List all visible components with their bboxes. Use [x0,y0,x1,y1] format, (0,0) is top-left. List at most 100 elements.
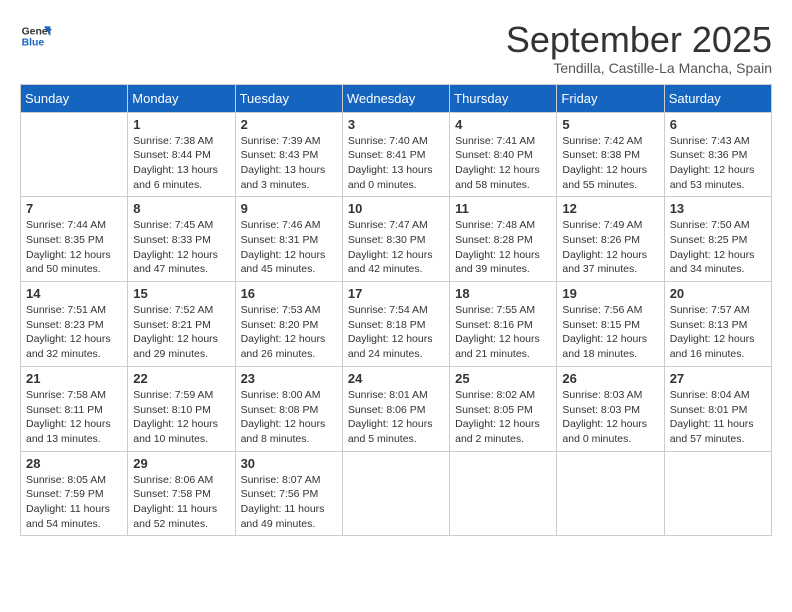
day-number: 11 [455,201,551,216]
day-detail: Sunrise: 8:03 AM Sunset: 8:03 PM Dayligh… [562,388,658,447]
day-number: 10 [348,201,444,216]
day-detail: Sunrise: 7:43 AM Sunset: 8:36 PM Dayligh… [670,134,766,193]
day-number: 19 [562,286,658,301]
header-saturday: Saturday [664,84,771,112]
table-row: 6 Sunrise: 7:43 AM Sunset: 8:36 PM Daylig… [664,112,771,197]
day-number: 3 [348,117,444,132]
day-detail: Sunrise: 7:48 AM Sunset: 8:28 PM Dayligh… [455,218,551,277]
day-detail: Sunrise: 7:49 AM Sunset: 8:26 PM Dayligh… [562,218,658,277]
table-row: 3 Sunrise: 7:40 AM Sunset: 8:41 PM Daylig… [342,112,449,197]
table-row: 27 Sunrise: 8:04 AM Sunset: 8:01 PM Dayli… [664,366,771,451]
table-row: 22 Sunrise: 7:59 AM Sunset: 8:10 PM Dayli… [128,366,235,451]
table-row: 1 Sunrise: 7:38 AM Sunset: 8:44 PM Daylig… [128,112,235,197]
table-row [342,451,449,536]
day-number: 26 [562,371,658,386]
day-number: 8 [133,201,229,216]
logo: General Blue [20,20,52,52]
day-detail: Sunrise: 8:05 AM Sunset: 7:59 PM Dayligh… [26,473,122,532]
table-row: 7 Sunrise: 7:44 AM Sunset: 8:35 PM Daylig… [21,197,128,282]
table-row: 25 Sunrise: 8:02 AM Sunset: 8:05 PM Dayli… [450,366,557,451]
day-number: 27 [670,371,766,386]
day-detail: Sunrise: 7:54 AM Sunset: 8:18 PM Dayligh… [348,303,444,362]
day-number: 18 [455,286,551,301]
header-wednesday: Wednesday [342,84,449,112]
day-number: 29 [133,456,229,471]
header-sunday: Sunday [21,84,128,112]
table-row: 2 Sunrise: 7:39 AM Sunset: 8:43 PM Daylig… [235,112,342,197]
day-number: 25 [455,371,551,386]
header-tuesday: Tuesday [235,84,342,112]
table-row [21,112,128,197]
day-detail: Sunrise: 7:39 AM Sunset: 8:43 PM Dayligh… [241,134,337,193]
day-number: 21 [26,371,122,386]
day-detail: Sunrise: 7:57 AM Sunset: 8:13 PM Dayligh… [670,303,766,362]
table-row: 23 Sunrise: 8:00 AM Sunset: 8:08 PM Dayli… [235,366,342,451]
day-number: 17 [348,286,444,301]
table-row: 16 Sunrise: 7:53 AM Sunset: 8:20 PM Dayli… [235,282,342,367]
day-detail: Sunrise: 7:55 AM Sunset: 8:16 PM Dayligh… [455,303,551,362]
table-row: 12 Sunrise: 7:49 AM Sunset: 8:26 PM Dayli… [557,197,664,282]
day-detail: Sunrise: 7:56 AM Sunset: 8:15 PM Dayligh… [562,303,658,362]
table-row [450,451,557,536]
day-number: 13 [670,201,766,216]
day-number: 22 [133,371,229,386]
day-number: 28 [26,456,122,471]
day-number: 15 [133,286,229,301]
table-row: 11 Sunrise: 7:48 AM Sunset: 8:28 PM Dayli… [450,197,557,282]
logo-icon: General Blue [20,20,52,52]
table-row: 21Sunrise: 7:58 AM Sunset: 8:11 PM Dayli… [21,366,128,451]
day-number: 2 [241,117,337,132]
day-number: 12 [562,201,658,216]
header-monday: Monday [128,84,235,112]
table-row: 24 Sunrise: 8:01 AM Sunset: 8:06 PM Dayli… [342,366,449,451]
table-row: 20 Sunrise: 7:57 AM Sunset: 8:13 PM Dayli… [664,282,771,367]
day-number: 7 [26,201,122,216]
page-header: General Blue September 2025 Tendilla, Ca… [20,20,772,76]
day-detail: Sunrise: 7:46 AM Sunset: 8:31 PM Dayligh… [241,218,337,277]
table-row: 4 Sunrise: 7:41 AM Sunset: 8:40 PM Daylig… [450,112,557,197]
day-number: 4 [455,117,551,132]
day-detail: Sunrise: 7:50 AM Sunset: 8:25 PM Dayligh… [670,218,766,277]
table-row: 10 Sunrise: 7:47 AM Sunset: 8:30 PM Dayli… [342,197,449,282]
weekday-header-row: Sunday Monday Tuesday Wednesday Thursday… [21,84,772,112]
day-detail: Sunrise: 7:42 AM Sunset: 8:38 PM Dayligh… [562,134,658,193]
table-row [557,451,664,536]
table-row: 19 Sunrise: 7:56 AM Sunset: 8:15 PM Dayli… [557,282,664,367]
header-thursday: Thursday [450,84,557,112]
day-detail: Sunrise: 8:01 AM Sunset: 8:06 PM Dayligh… [348,388,444,447]
day-number: 24 [348,371,444,386]
day-detail: Sunrise: 7:45 AM Sunset: 8:33 PM Dayligh… [133,218,229,277]
day-detail: Sunrise: 7:47 AM Sunset: 8:30 PM Dayligh… [348,218,444,277]
table-row: 8 Sunrise: 7:45 AM Sunset: 8:33 PM Daylig… [128,197,235,282]
day-detail: Sunrise: 8:06 AM Sunset: 7:58 PM Dayligh… [133,473,229,532]
day-detail: Sunrise: 7:52 AM Sunset: 8:21 PM Dayligh… [133,303,229,362]
day-detail: Sunrise: 7:53 AM Sunset: 8:20 PM Dayligh… [241,303,337,362]
table-row: 30Sunrise: 8:07 AM Sunset: 7:56 PM Dayli… [235,451,342,536]
table-row: 15 Sunrise: 7:52 AM Sunset: 8:21 PM Dayli… [128,282,235,367]
day-detail: Sunrise: 7:40 AM Sunset: 8:41 PM Dayligh… [348,134,444,193]
table-row: 9 Sunrise: 7:46 AM Sunset: 8:31 PM Daylig… [235,197,342,282]
table-row: 13 Sunrise: 7:50 AM Sunset: 8:25 PM Dayli… [664,197,771,282]
day-detail: Sunrise: 7:38 AM Sunset: 8:44 PM Dayligh… [133,134,229,193]
month-title: September 2025 [506,20,772,60]
day-number: 9 [241,201,337,216]
location-subtitle: Tendilla, Castille-La Mancha, Spain [506,60,772,76]
table-row: 14Sunrise: 7:51 AM Sunset: 8:23 PM Dayli… [21,282,128,367]
day-number: 30 [241,456,337,471]
day-detail: Sunrise: 7:59 AM Sunset: 8:10 PM Dayligh… [133,388,229,447]
day-number: 1 [133,117,229,132]
day-detail: Sunrise: 8:00 AM Sunset: 8:08 PM Dayligh… [241,388,337,447]
day-number: 20 [670,286,766,301]
day-number: 16 [241,286,337,301]
day-detail: Sunrise: 8:04 AM Sunset: 8:01 PM Dayligh… [670,388,766,447]
table-row: 28 Sunrise: 8:05 AM Sunset: 7:59 PM Dayli… [21,451,128,536]
day-number: 6 [670,117,766,132]
day-number: 5 [562,117,658,132]
table-row: 17 Sunrise: 7:54 AM Sunset: 8:18 PM Dayli… [342,282,449,367]
day-number: 23 [241,371,337,386]
header-friday: Friday [557,84,664,112]
day-detail: Sunrise: 7:44 AM Sunset: 8:35 PM Dayligh… [26,218,122,277]
title-block: September 2025 Tendilla, Castille-La Man… [506,20,772,76]
day-detail: Sunrise: 8:02 AM Sunset: 8:05 PM Dayligh… [455,388,551,447]
day-detail: Sunrise: 7:41 AM Sunset: 8:40 PM Dayligh… [455,134,551,193]
